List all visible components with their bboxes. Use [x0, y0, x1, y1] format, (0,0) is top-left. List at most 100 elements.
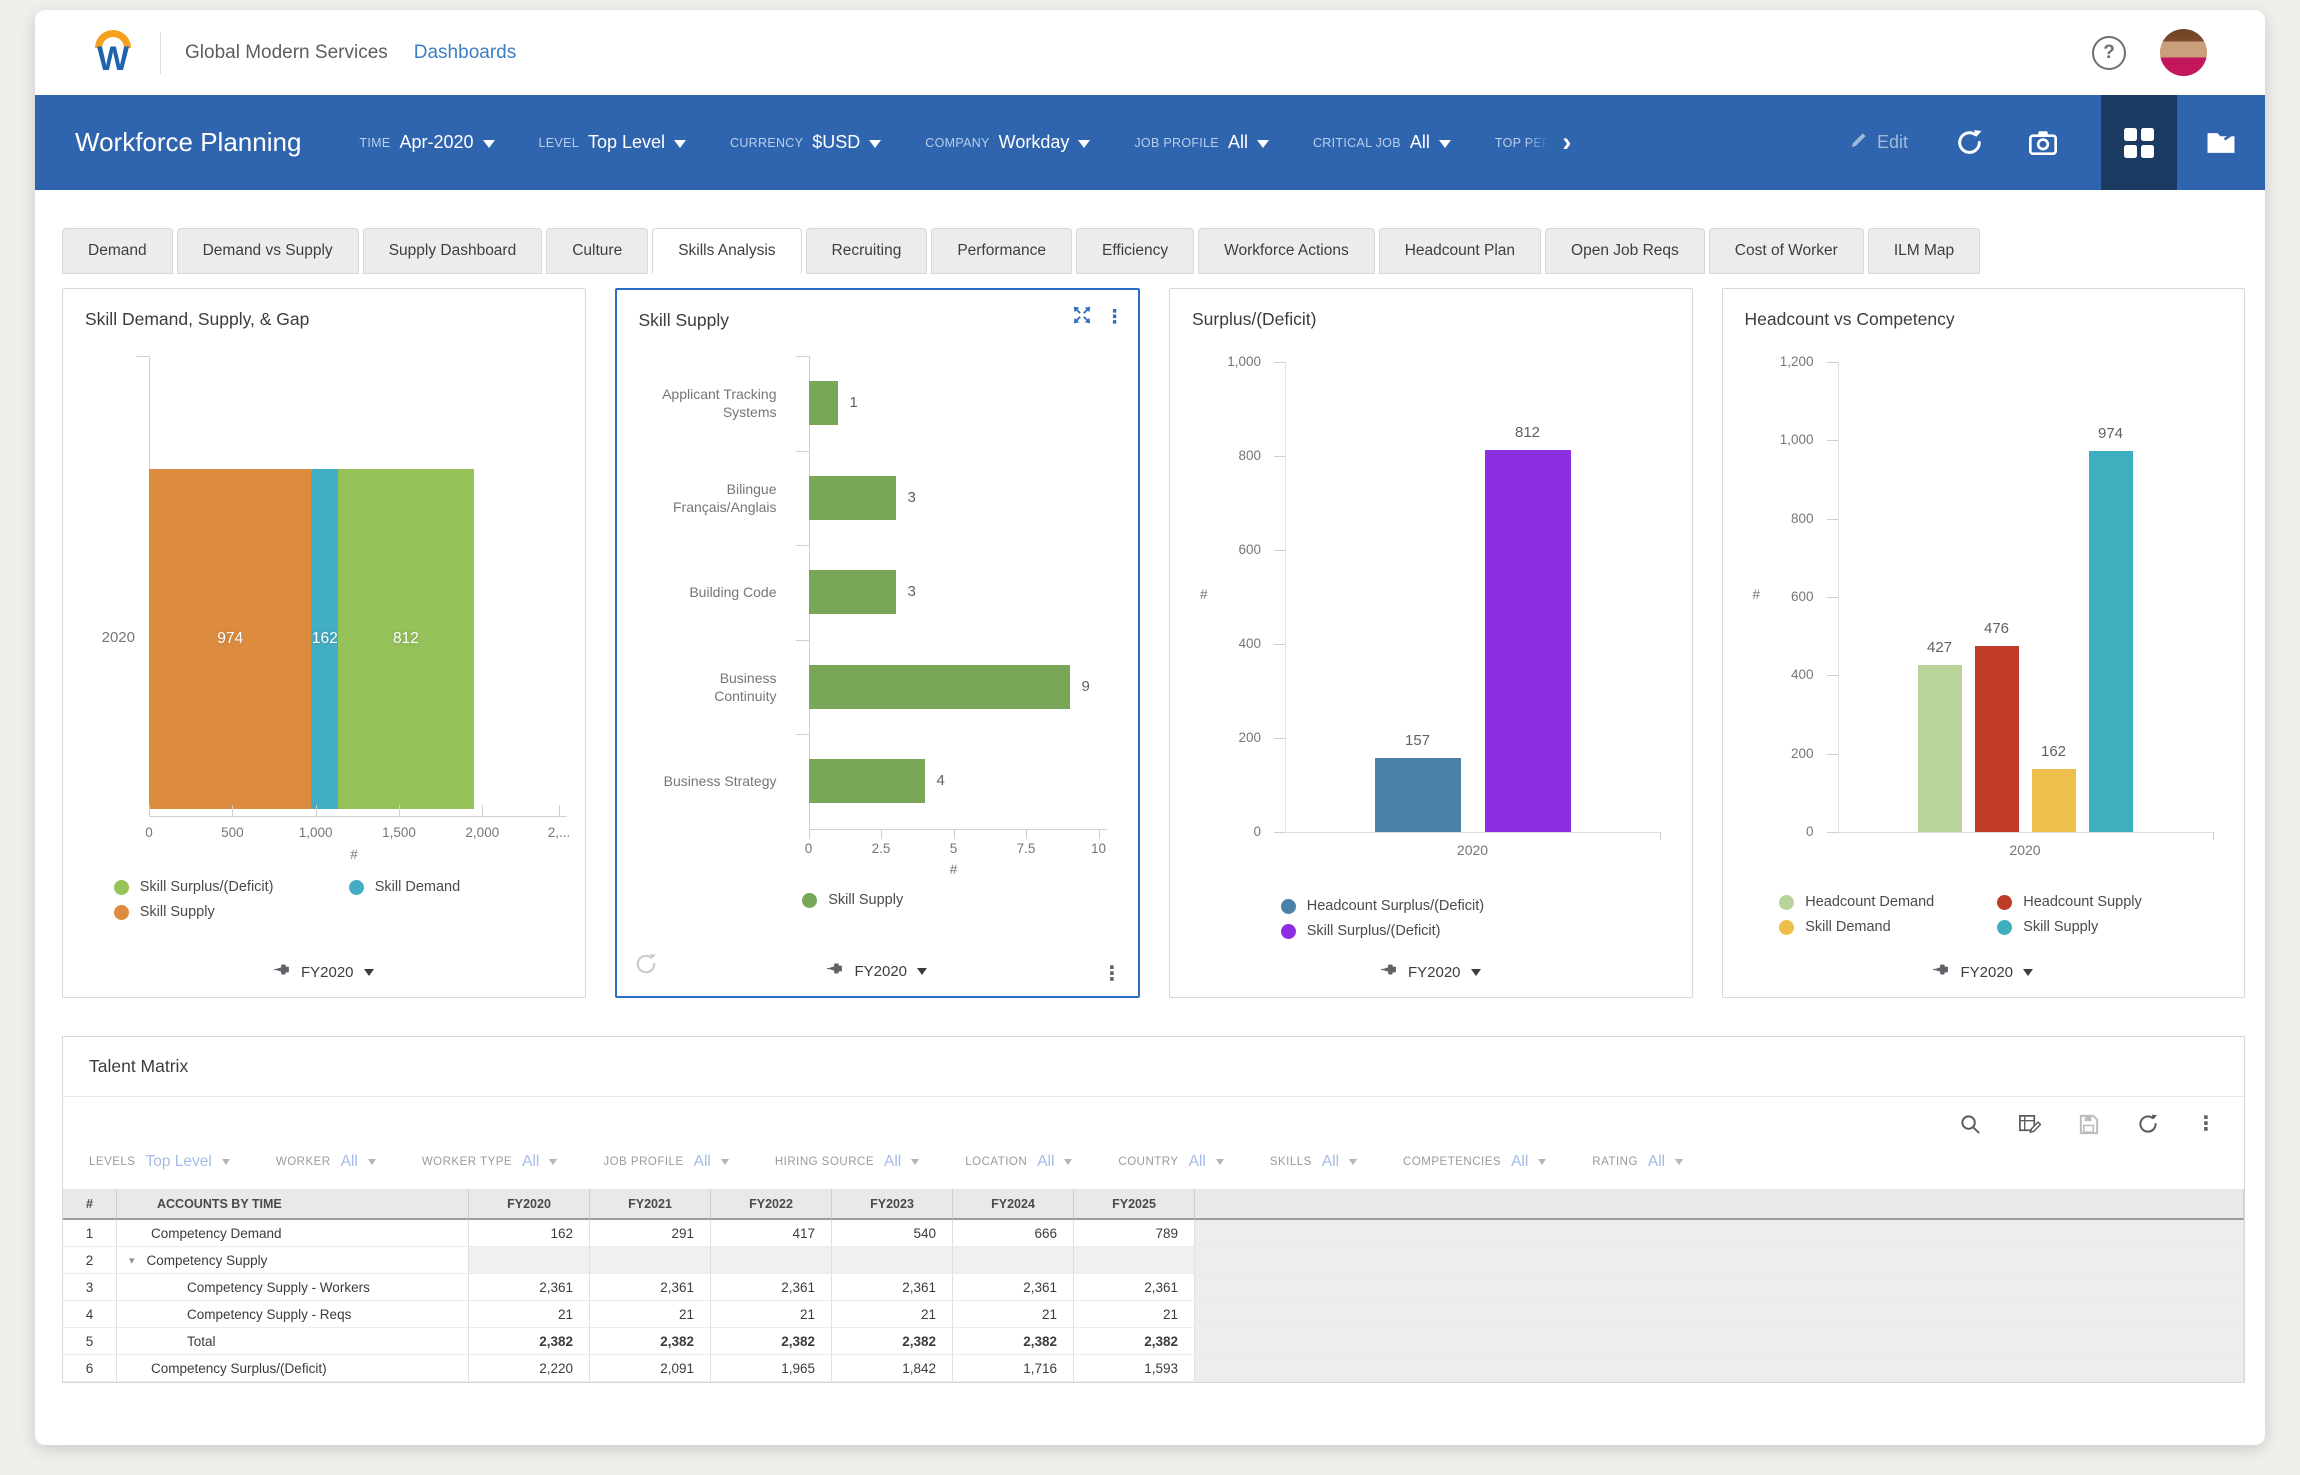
talent-matrix-toolbar: ⋮	[63, 1097, 2244, 1151]
filter-label: LOCATION	[965, 1156, 1027, 1168]
bar-headcount-supply[interactable]	[1975, 646, 2019, 832]
matrix-filter-levels[interactable]: LEVELSTop Level	[89, 1153, 230, 1171]
matrix-filter-job-profile[interactable]: JOB PROFILEAll	[603, 1153, 729, 1171]
tab-demand[interactable]: Demand	[62, 228, 173, 274]
tab-culture[interactable]: Culture	[546, 228, 648, 274]
period-value: FY2020	[1408, 964, 1461, 981]
edit-button[interactable]: Edit	[1849, 131, 1908, 155]
workday-logo[interactable]: W	[90, 26, 136, 80]
x-tick-label: 2.5	[856, 841, 906, 856]
legend-label: Skill Surplus/(Deficit)	[140, 879, 274, 895]
tab-supply-dashboard[interactable]: Supply Dashboard	[363, 228, 543, 274]
filter-label: TOP PER	[1495, 136, 1552, 150]
matrix-filter-location[interactable]: LOCATIONAll	[965, 1153, 1072, 1171]
period-selector[interactable]: FY2020	[63, 963, 585, 981]
save-icon[interactable]	[2077, 1113, 2100, 1136]
table-header-row: #ACCOUNTS BY TIMEFY2020FY2021FY2022FY202…	[63, 1189, 2244, 1220]
bar-segment-skill-demand[interactable]: 162	[311, 469, 338, 809]
help-icon[interactable]: ?	[2092, 36, 2126, 70]
matrix-filter-country[interactable]: COUNTRYAll	[1118, 1153, 1223, 1171]
chevron-down-icon	[1538, 1159, 1546, 1165]
matrix-filter-skills[interactable]: SKILLSAll	[1270, 1153, 1357, 1171]
value-cell: 2,220	[469, 1355, 590, 1382]
toolbar-filter-company[interactable]: COMPANYWorkday	[925, 132, 1090, 153]
matrix-filter-hiring-source[interactable]: HIRING SOURCEAll	[775, 1153, 919, 1171]
refresh-icon[interactable]	[2136, 1112, 2160, 1136]
row-expand-caret[interactable]: ▾	[129, 1254, 135, 1267]
tab-open-job-reqs[interactable]: Open Job Reqs	[1545, 228, 1705, 274]
legend-label: Headcount Demand	[1805, 894, 1934, 910]
period-selector[interactable]: FY2020	[1723, 963, 2245, 981]
tab-headcount-plan[interactable]: Headcount Plan	[1379, 228, 1541, 274]
value-cell: 2,382	[1074, 1328, 1195, 1355]
bar-bilingue-fran-ais-anglais[interactable]	[809, 476, 896, 520]
bar-business-strategy[interactable]	[809, 759, 925, 803]
tab-ilm-map[interactable]: ILM Map	[1868, 228, 1980, 274]
toolbar-filter-job-profile[interactable]: JOB PROFILEAll	[1134, 132, 1269, 153]
matrix-filter-worker[interactable]: WORKERAll	[276, 1153, 376, 1171]
bar-building-code[interactable]	[809, 570, 896, 614]
period-selector[interactable]: FY2020	[1170, 963, 1692, 981]
header-fy2025: FY2025	[1074, 1189, 1195, 1220]
period-selector[interactable]: FY2020	[617, 962, 1139, 980]
bar-skill-supply[interactable]	[2089, 451, 2133, 832]
bar-value: 162	[2012, 743, 2096, 760]
bar-headcount-demand[interactable]	[1918, 665, 1962, 832]
axis-tick	[881, 829, 882, 839]
toolbar-filter-level[interactable]: LEVELTop Level	[539, 132, 686, 153]
bar-segment-skill-surplus-deficit-[interactable]: 812	[338, 469, 473, 809]
legend-item: Skill Demand	[349, 879, 534, 895]
bar-headcount-surplus-deficit-[interactable]	[1375, 758, 1461, 832]
edit-grid-icon[interactable]	[2018, 1113, 2041, 1136]
bar-applicant-tracking-systems[interactable]	[809, 381, 838, 425]
matrix-filter-competencies[interactable]: COMPETENCIESAll	[1403, 1153, 1546, 1171]
filter-value: All	[1648, 1153, 1665, 1171]
bar-business-continuity[interactable]	[809, 665, 1070, 709]
app-window: W Global Modern Services Dashboards ? Wo…	[35, 10, 2265, 1445]
avatar[interactable]	[2160, 29, 2207, 76]
more-menu-icon[interactable]: ⋮	[1102, 964, 1122, 984]
tab-recruiting[interactable]: Recruiting	[806, 228, 928, 274]
header-filler	[1195, 1189, 2244, 1220]
axis-tick	[1827, 754, 1838, 755]
pin-icon	[1933, 963, 1950, 981]
bar-skill-demand[interactable]	[2032, 769, 2076, 832]
tab-efficiency[interactable]: Efficiency	[1076, 228, 1194, 274]
bar-segment-skill-supply[interactable]: 974	[149, 469, 311, 809]
value-cell: 2,382	[832, 1328, 953, 1355]
chevron-down-icon	[1064, 1159, 1072, 1165]
toolbar-filter-truncated[interactable]: TOP PER›	[1495, 129, 1572, 156]
legend-dot	[114, 880, 129, 895]
search-icon[interactable]	[1959, 1113, 1982, 1136]
tab-cost-of-worker[interactable]: Cost of Worker	[1709, 228, 1864, 274]
expand-icon[interactable]	[1071, 304, 1093, 331]
matrix-filter-worker-type[interactable]: WORKER TYPEAll	[422, 1153, 558, 1171]
matrix-filter-rating[interactable]: RATINGAll	[1592, 1153, 1683, 1171]
tab-workforce-actions[interactable]: Workforce Actions	[1198, 228, 1375, 274]
grid-view-button[interactable]	[2101, 95, 2177, 190]
breadcrumb-dashboards[interactable]: Dashboards	[414, 42, 516, 64]
legend-label: Skill Supply	[140, 904, 215, 920]
tab-demand-vs-supply[interactable]: Demand vs Supply	[177, 228, 359, 274]
folder-icon[interactable]	[2177, 95, 2265, 190]
filter-label: COUNTRY	[1118, 1156, 1178, 1168]
toolbar-filter-currency[interactable]: CURRENCY$USD	[730, 132, 881, 153]
toolbar-filter-critical-job[interactable]: CRITICAL JOBAll	[1313, 132, 1451, 153]
refresh-icon[interactable]	[1954, 127, 1985, 158]
tab-performance[interactable]: Performance	[931, 228, 1072, 274]
talent-matrix-filters: LEVELSTop Level WORKERAll WORKER TYPEAll JO…	[63, 1151, 2244, 1189]
more-menu-icon[interactable]: ⋮	[2196, 1114, 2216, 1134]
refresh-card-icon[interactable]	[633, 951, 659, 982]
tab-skills-analysis[interactable]: Skills Analysis	[652, 228, 801, 274]
axis-tick	[1274, 456, 1285, 457]
legend-label: Skill Surplus/(Deficit)	[1307, 923, 1441, 939]
table-row: 3Competency Supply - Workers2,3612,3612,…	[63, 1274, 2244, 1301]
more-menu-icon[interactable]: ⋮	[1105, 308, 1124, 327]
filter-value: $USD	[812, 132, 860, 153]
camera-icon[interactable]	[2027, 127, 2059, 159]
bar-skill-surplus-deficit-[interactable]	[1485, 450, 1571, 832]
x-tick-label: 0	[784, 841, 834, 856]
card-title: Skill Supply	[617, 290, 1139, 346]
legend-item: Skill Supply	[114, 904, 349, 920]
toolbar-filter-time[interactable]: TIMEApr-2020	[359, 132, 494, 153]
